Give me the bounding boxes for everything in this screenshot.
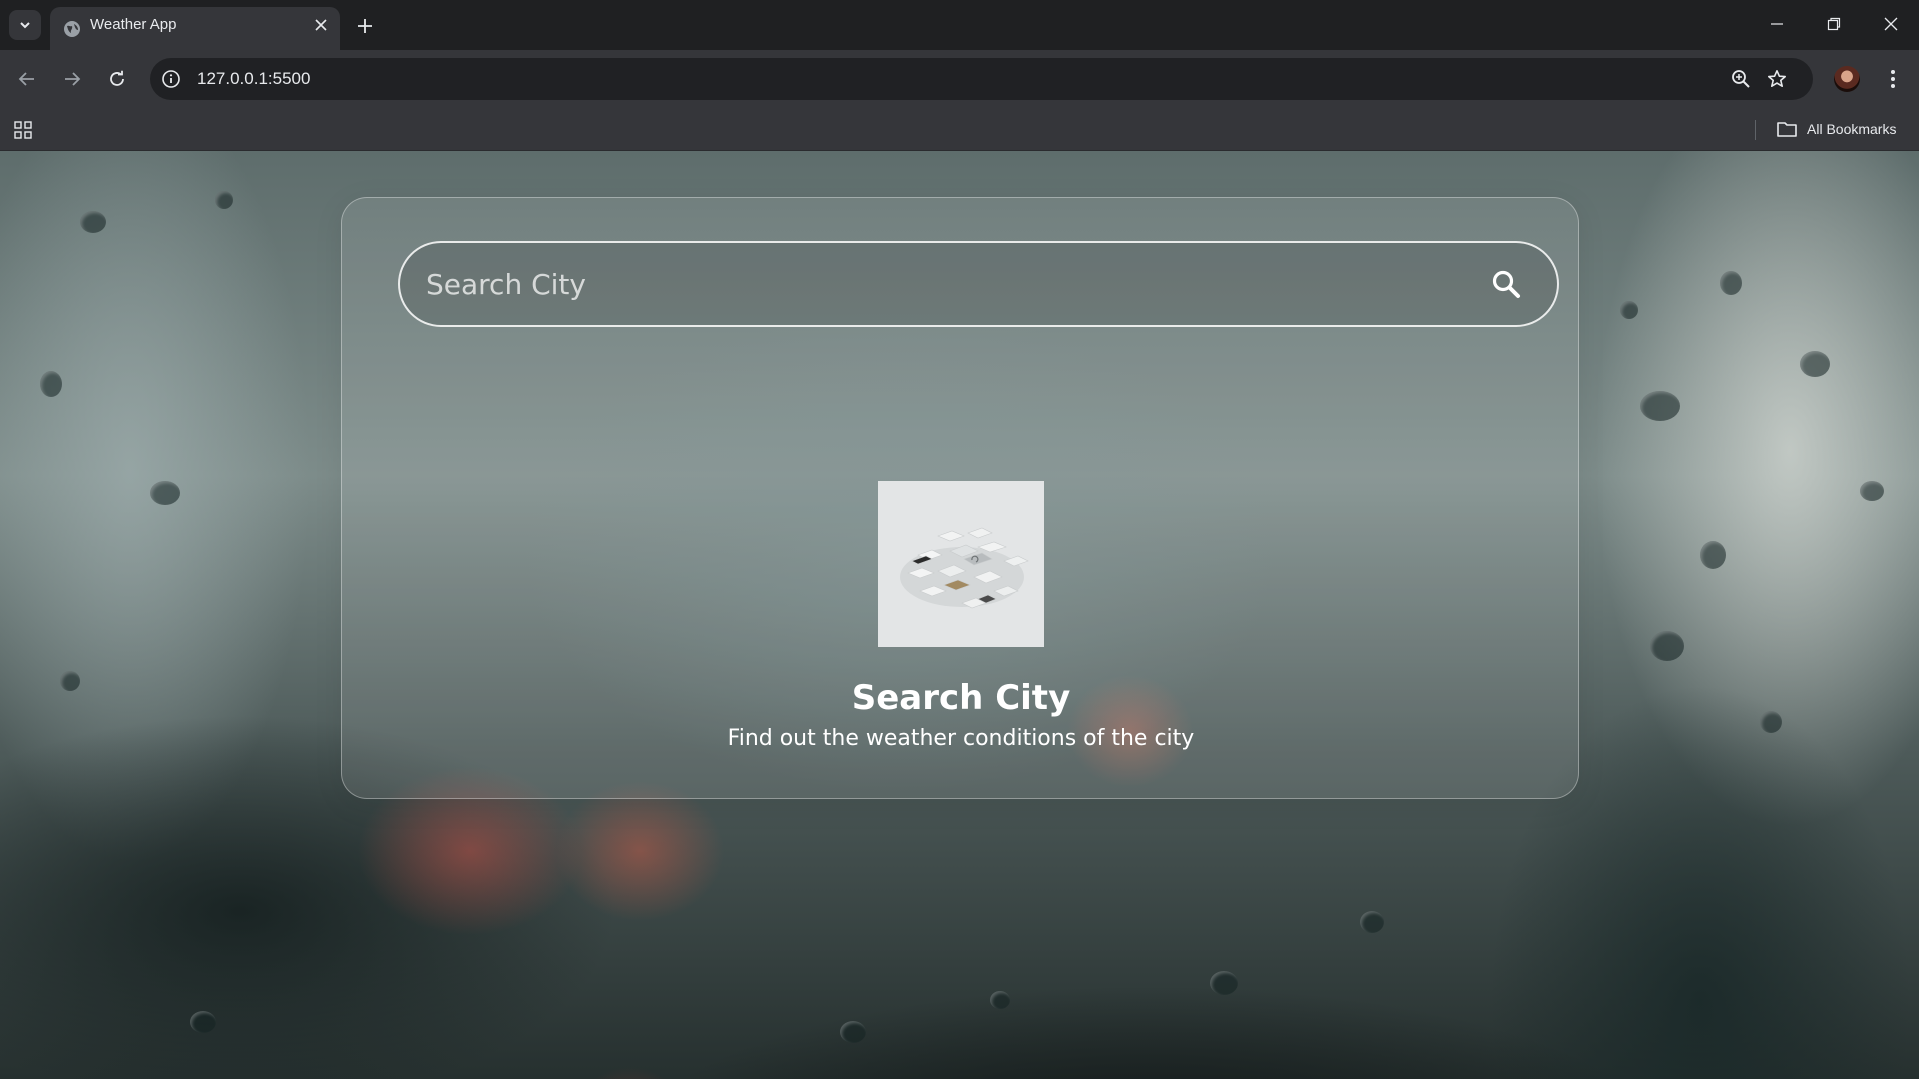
search-button[interactable] (1489, 267, 1523, 301)
chevron-down-icon (20, 22, 30, 29)
back-button[interactable] (11, 63, 43, 95)
info-icon[interactable] (161, 69, 181, 89)
minimize-button[interactable] (1760, 10, 1794, 38)
weather-card: Search City Find out the weather conditi… (341, 197, 1579, 799)
folder-icon[interactable] (1776, 119, 1798, 139)
tab-strip: Weather App (0, 0, 1919, 50)
star-icon[interactable] (1766, 68, 1788, 90)
close-icon (1884, 17, 1898, 31)
globe-icon (64, 21, 80, 37)
search-box (398, 241, 1559, 327)
minimize-icon (1771, 23, 1783, 25)
raindrop (1640, 391, 1680, 421)
raindrop (1800, 351, 1830, 377)
tab-weather-app[interactable]: Weather App (50, 7, 340, 50)
all-bookmarks-link[interactable]: All Bookmarks (1807, 108, 1896, 151)
new-tab-button[interactable] (351, 12, 379, 40)
window-close-button[interactable] (1874, 10, 1908, 38)
plus-icon (358, 19, 372, 33)
url-text[interactable]: 127.0.0.1:5500 (197, 58, 310, 100)
address-bar[interactable]: 127.0.0.1:5500 (150, 58, 1813, 100)
raindrop (1700, 541, 1726, 569)
profile-avatar[interactable] (1834, 66, 1860, 92)
raindrop (1620, 301, 1638, 319)
raindrop (150, 481, 180, 505)
raindrop (1720, 271, 1742, 295)
empty-state-title: Search City (851, 678, 1071, 718)
forward-button[interactable] (56, 63, 88, 95)
bookmarks-divider (1755, 120, 1756, 140)
raindrop (80, 211, 106, 233)
close-icon[interactable] (312, 16, 330, 34)
raindrop (840, 1021, 866, 1043)
raindrop (60, 671, 80, 691)
apps-grid-icon[interactable] (13, 120, 33, 140)
browser-menu-button[interactable] (1880, 63, 1906, 95)
raindrop (1360, 911, 1384, 933)
restore-button[interactable] (1817, 10, 1851, 38)
tab-search-button[interactable] (9, 10, 41, 40)
raindrop (190, 1011, 216, 1033)
search-input[interactable] (426, 243, 1466, 325)
page-background: Search City Find out the weather conditi… (0, 151, 1919, 1079)
raindrop (215, 191, 233, 209)
raindrop (1860, 481, 1884, 501)
search-icon (1492, 270, 1520, 298)
raindrop (40, 371, 62, 397)
tab-title: Weather App (90, 16, 177, 33)
arrow-left-icon (18, 72, 34, 86)
raindrop (1210, 971, 1238, 995)
reload-icon (110, 70, 124, 86)
search-city-illustration (878, 481, 1044, 647)
arrow-right-icon (65, 72, 81, 86)
raindrop (1650, 631, 1684, 661)
reload-button[interactable] (101, 63, 133, 95)
raindrop (990, 991, 1010, 1009)
bookmarks-bar: All Bookmarks (0, 108, 1919, 151)
kebab-icon (1891, 70, 1895, 88)
browser-toolbar: 127.0.0.1:5500 (0, 50, 1919, 108)
restore-icon (1827, 17, 1841, 31)
zoom-icon[interactable] (1730, 68, 1752, 90)
raindrop (1760, 711, 1782, 733)
empty-state-subtitle: Find out the weather conditions of the c… (727, 726, 1195, 751)
